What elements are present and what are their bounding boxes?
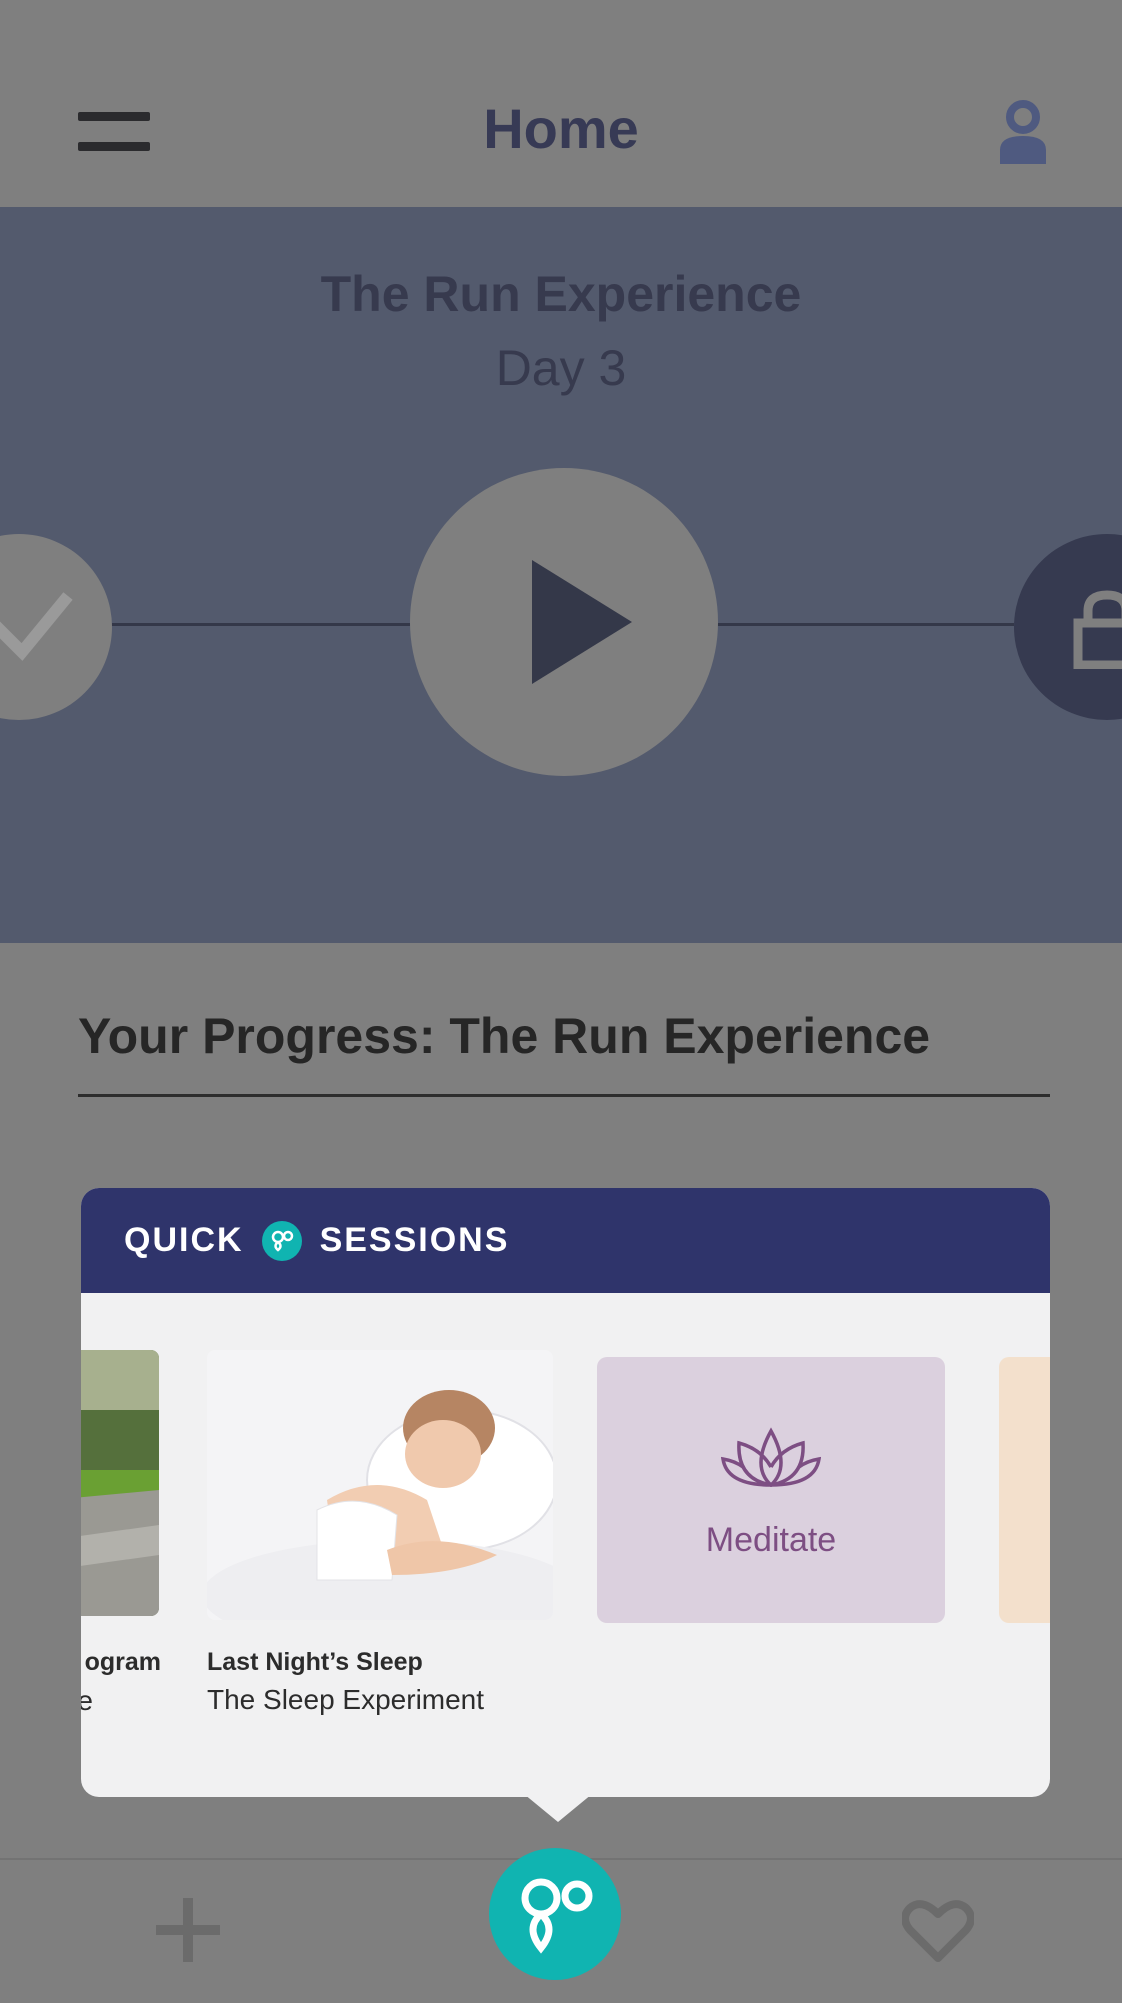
user-profile-icon[interactable] — [996, 100, 1050, 166]
sleep-session-card-image[interactable] — [207, 1350, 553, 1620]
progress-heading: Your Progress: The Run Experience — [78, 1008, 931, 1064]
lock-icon — [1073, 590, 1122, 669]
go-logo-icon — [521, 1878, 593, 1954]
title-sessions: SESSIONS — [319, 1221, 510, 1259]
check-icon — [0, 592, 73, 661]
track-line-right — [718, 623, 1014, 626]
app-header: Home — [0, 0, 1122, 207]
play-icon — [532, 560, 632, 684]
title-quick: QUICK — [124, 1221, 244, 1259]
progress-divider — [78, 1094, 1050, 1097]
session-tile-next[interactable] — [999, 1357, 1050, 1623]
sleep-session-subtitle: The Sleep Experiment — [207, 1684, 485, 1715]
sleeping-woman-photo — [207, 1350, 553, 1620]
session-card-subtitle: e — [81, 1685, 93, 1716]
quick-sessions-fab[interactable] — [489, 1848, 621, 1980]
track-line-left — [112, 623, 410, 626]
road-landscape-photo — [81, 1350, 159, 1616]
heart-icon[interactable] — [902, 1898, 974, 1964]
quick-sessions-title: QUICK SESSIONS — [124, 1188, 509, 1293]
locked-day-button[interactable] — [1014, 534, 1122, 720]
page-title: Home — [483, 97, 639, 160]
sleep-session-title: Last Night’s Sleep — [207, 1648, 423, 1676]
completed-day-button[interactable] — [0, 534, 112, 720]
program-banner: The Run Experience Day 3 — [0, 207, 1122, 943]
meditate-session-tile[interactable]: Meditate — [597, 1357, 945, 1623]
lotus-icon — [721, 1427, 821, 1487]
plus-icon[interactable] — [156, 1898, 220, 1962]
meditate-label: Meditate — [705, 1521, 837, 1559]
session-card-title: ogram — [84, 1648, 161, 1676]
quick-sessions-popup: QUICK SESSIONS ogram e Last Night’s Slee… — [81, 1188, 1050, 1797]
program-title: The Run Experience — [320, 266, 802, 322]
program-day: Day 3 — [495, 340, 627, 396]
go-logo-icon — [261, 1220, 302, 1261]
play-button[interactable] — [410, 468, 718, 776]
popup-pointer — [524, 1794, 592, 1822]
quick-sessions-header: QUICK SESSIONS — [81, 1188, 1050, 1293]
session-card-road-image[interactable] — [81, 1350, 159, 1616]
